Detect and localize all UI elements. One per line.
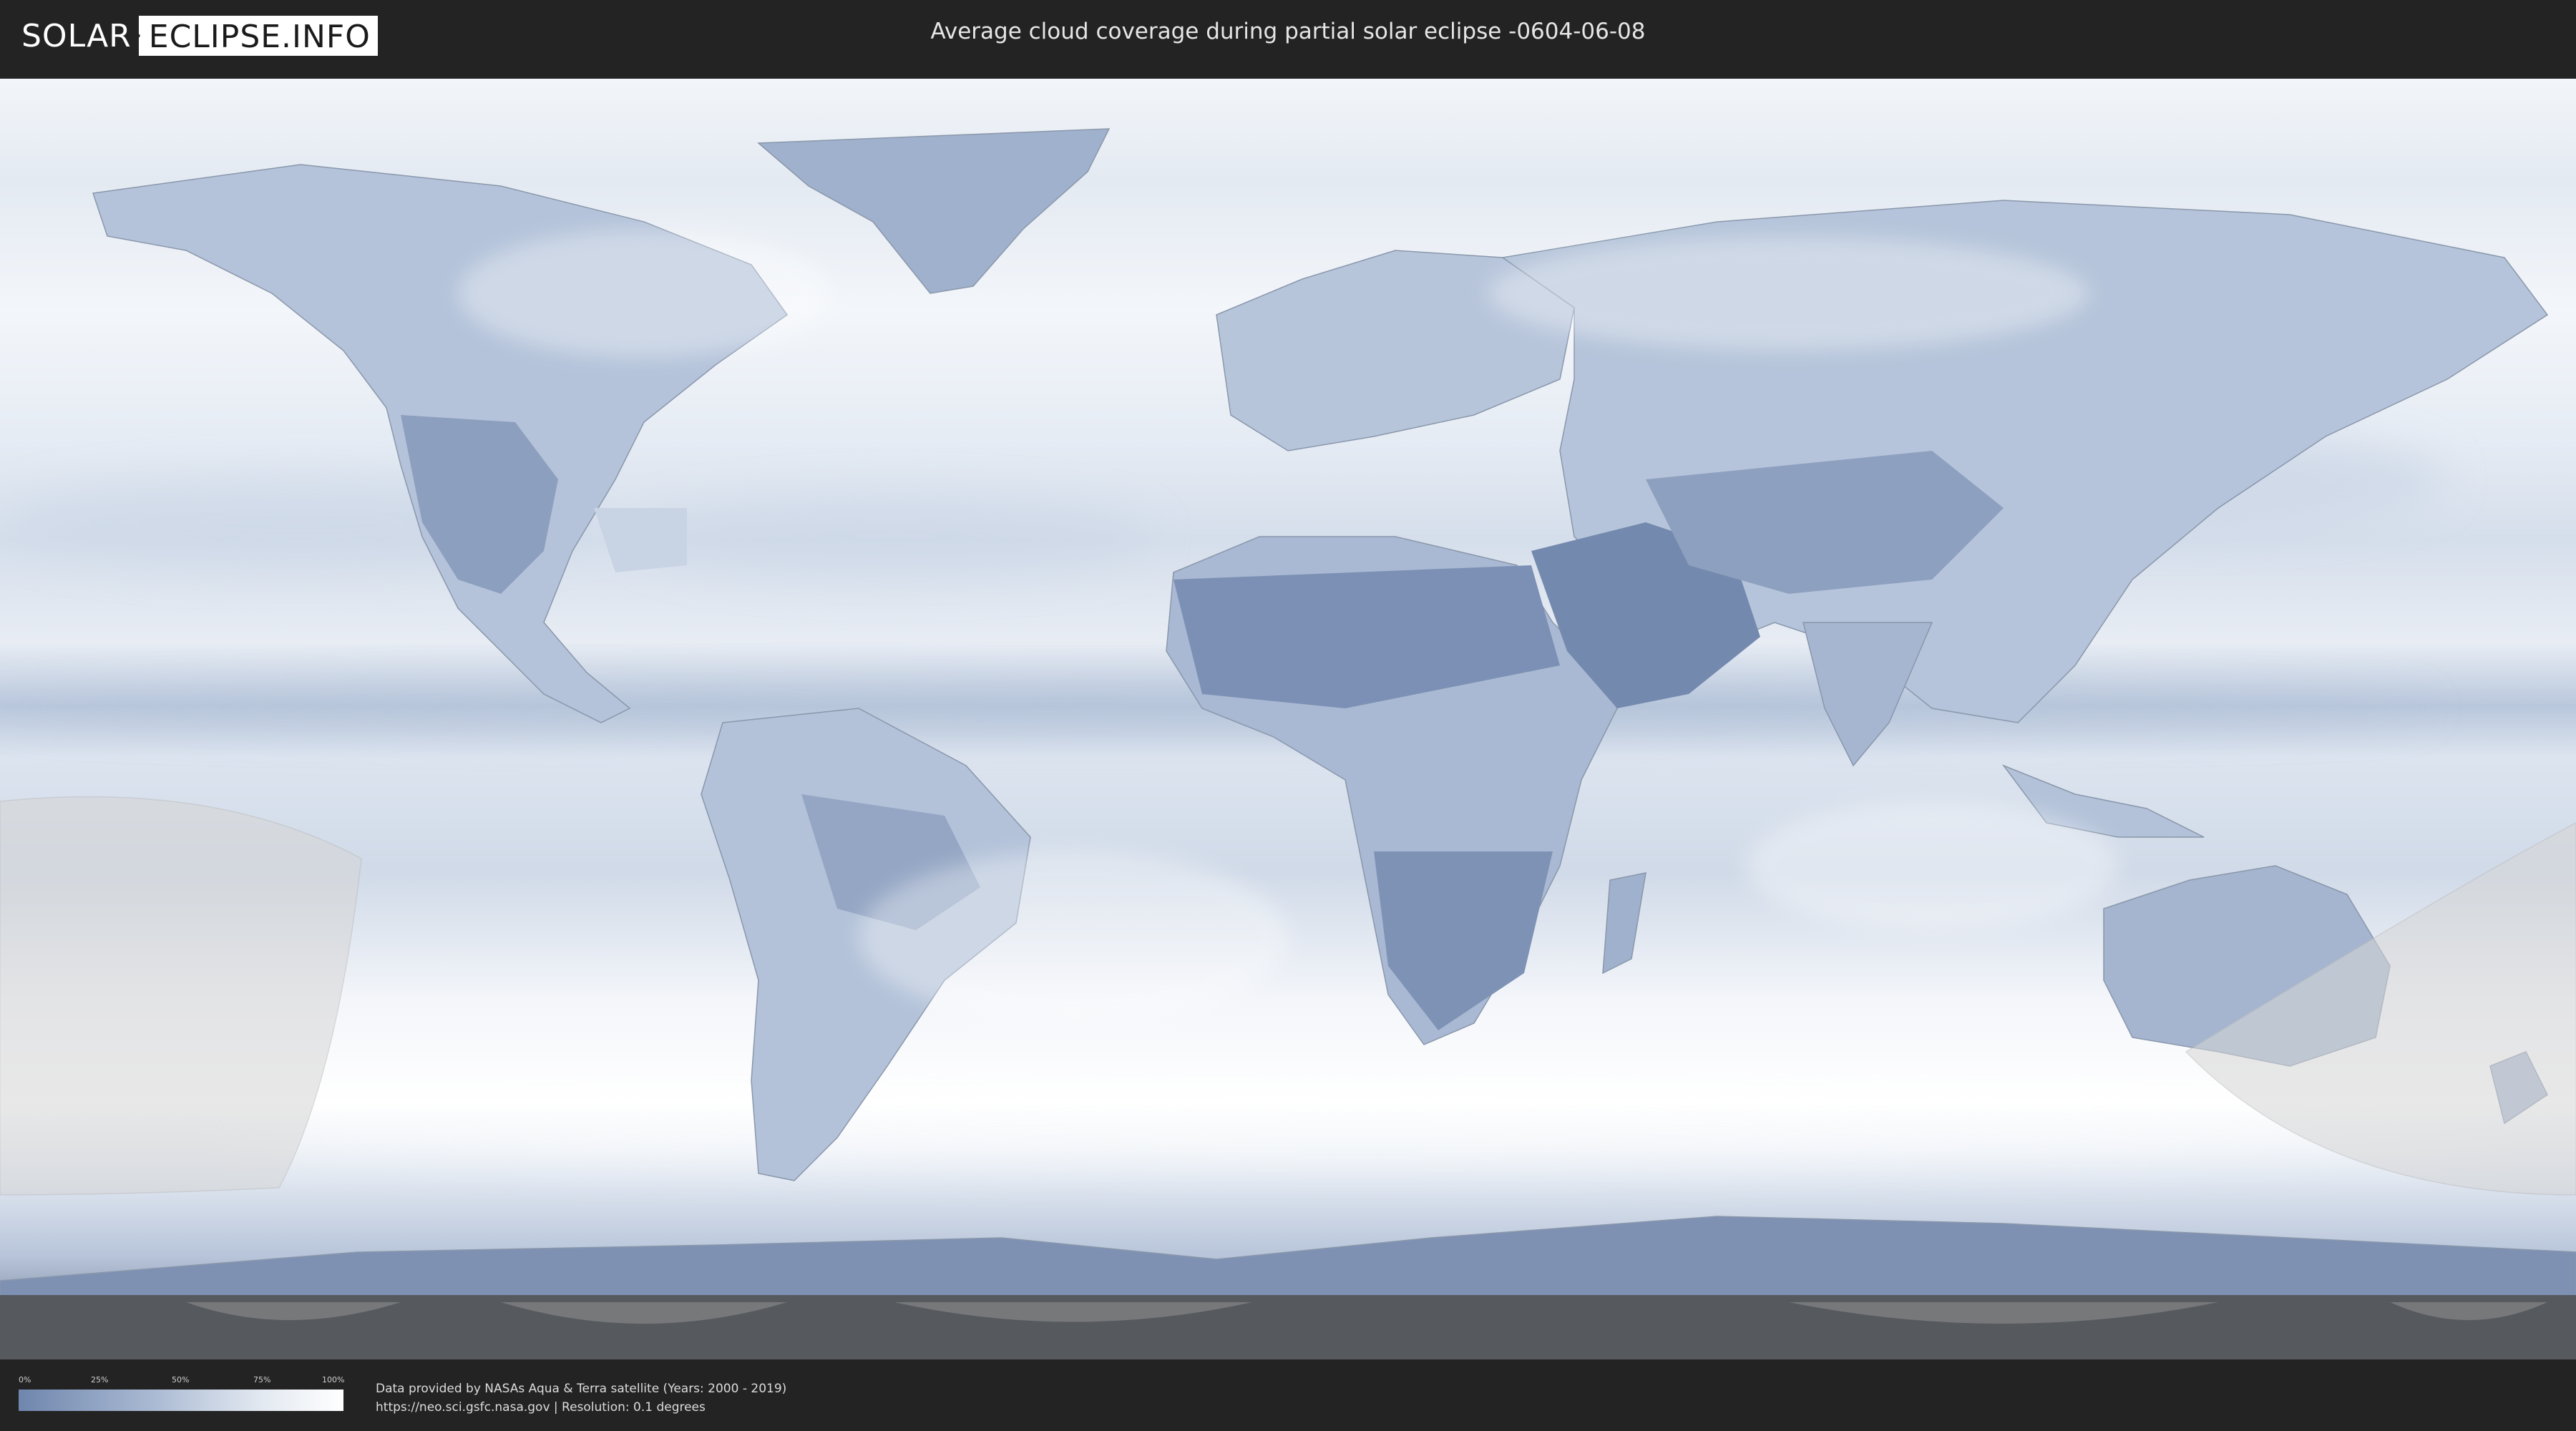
legend-tick: 25% bbox=[91, 1375, 109, 1384]
data-credits: Data provided by NASAs Aqua & Terra sate… bbox=[376, 1379, 786, 1417]
cloud-coverage-legend: 0% 25% 50% 75% 100% bbox=[19, 1375, 345, 1411]
credit-line-source: Data provided by NASAs Aqua & Terra sate… bbox=[376, 1382, 787, 1396]
credit-line-url[interactable]: https://neo.sci.gsfc.nasa.gov | Resoluti… bbox=[376, 1398, 786, 1417]
legend-ticks: 0% 25% 50% 75% 100% bbox=[19, 1375, 345, 1387]
cloud-coverage-map bbox=[0, 79, 2576, 1359]
legend-tick: 75% bbox=[253, 1375, 271, 1384]
footer-bar: 0% 25% 50% 75% 100% Data provided by NAS… bbox=[0, 1359, 2576, 1431]
legend-tick: 0% bbox=[19, 1375, 31, 1384]
header-bar: SOLAR ECLIPSE.INFO Average cloud coverag… bbox=[0, 0, 2576, 72]
legend-tick: 50% bbox=[172, 1375, 190, 1384]
legend-tick: 100% bbox=[322, 1375, 345, 1384]
world-map bbox=[0, 79, 2576, 1359]
page-title: Average cloud coverage during partial so… bbox=[930, 19, 1646, 44]
legend-gradient-bar bbox=[19, 1390, 343, 1411]
